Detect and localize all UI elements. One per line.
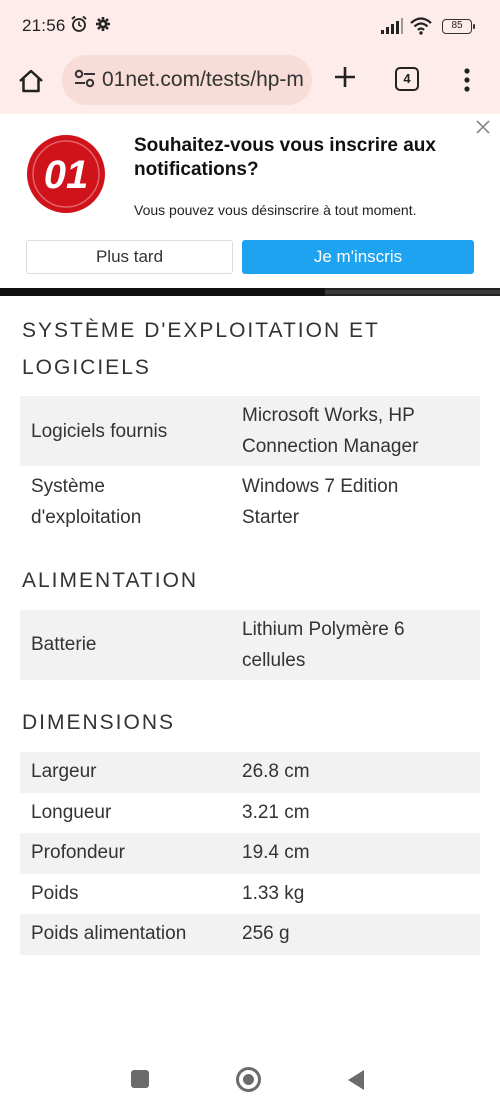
row-label: Largeur [31,761,97,782]
table-row: Largeur 26.8 cm [20,752,480,793]
row-value: Windows 7 Edition [242,476,399,497]
row-value: 3.21 cm [242,802,310,823]
table-row: Longueur 3.21 cm [20,793,480,833]
battery-icon: 85 [442,19,475,34]
row-value: 19.4 cm [242,842,310,863]
section-title-dimensions: DIMENSIONS [22,711,176,734]
svg-text:01: 01 [44,153,89,197]
spec-table-dimensions: Largeur 26.8 cm Longueur 3.21 cm Profond… [20,752,480,955]
signup-button[interactable]: Je m'inscris [242,240,474,274]
table-row: Batterie Lithium Polymère 6 cellules [20,610,480,680]
status-bar: 21:56 85 [0,0,500,52]
notification-title: Souhaitez-vous vous inscrire aux notific… [134,135,436,180]
status-time: 21:56 [22,16,66,35]
row-label: Poids [31,883,79,904]
row-value: 256 g [242,923,290,944]
row-value: Microsoft Works, HP [242,405,415,426]
close-icon[interactable] [472,116,494,138]
alarm-icon [70,15,88,38]
new-tab-icon[interactable] [330,62,360,92]
row-value: 26.8 cm [242,761,310,782]
table-row: Système d'exploitation Windows 7 Edition… [20,466,480,537]
row-label: Longueur [31,802,112,823]
signal-icon [380,18,404,39]
row-label: Batterie [31,634,97,655]
row-label: Système [31,476,105,497]
back-icon[interactable] [346,1069,366,1096]
system-nav-bar [0,1050,500,1111]
table-row: Poids alimentation 256 g [20,914,480,955]
section-title-os: SYSTÈME D'EXPLOITATION ET [22,319,380,342]
spec-table-power: Batterie Lithium Polymère 6 cellules [20,610,480,680]
tabs-icon[interactable]: 4 [395,67,419,91]
url-text: 01net.com/tests/hp-m [102,68,304,91]
row-label: Poids alimentation [31,923,187,944]
row-value: Connection Manager [242,436,419,457]
recent-apps-icon[interactable] [131,1070,149,1088]
home-nav-icon[interactable] [236,1067,261,1092]
page-progress-bar [0,288,500,296]
row-label: Profondeur [31,842,126,863]
logo-01net: 01 [26,134,106,214]
section-title-os-line2: LOGICIELS [22,356,151,379]
table-row: Logiciels fournis Microsoft Works, HP Co… [20,396,480,466]
later-button[interactable]: Plus tard [26,240,233,274]
row-value: Starter [242,507,300,528]
wifi-icon [410,17,432,40]
row-value: cellules [242,650,306,671]
browser-toolbar: 01net.com/tests/hp-m 4 [0,52,500,114]
menu-icon[interactable] [457,66,477,96]
home-icon[interactable] [16,66,46,96]
row-value: 1.33 kg [242,883,305,904]
settings-icon [95,15,111,38]
table-row: Profondeur 19.4 cm [20,833,480,874]
section-title-power: ALIMENTATION [22,569,199,592]
site-info-icon[interactable] [74,69,96,94]
row-label: d'exploitation [31,507,142,528]
row-value: Lithium Polymère 6 [242,619,405,640]
spec-table-os: Logiciels fournis Microsoft Works, HP Co… [20,396,480,537]
notification-subtitle: Vous pouvez vous désinscrire à tout mome… [134,202,417,218]
table-row: Poids 1.33 kg [20,874,480,914]
row-label: Logiciels fournis [31,421,168,442]
url-bar[interactable]: 01net.com/tests/hp-m [62,55,312,105]
notification-prompt: 01 Souhaitez-vous vous inscrire aux noti… [0,114,500,288]
